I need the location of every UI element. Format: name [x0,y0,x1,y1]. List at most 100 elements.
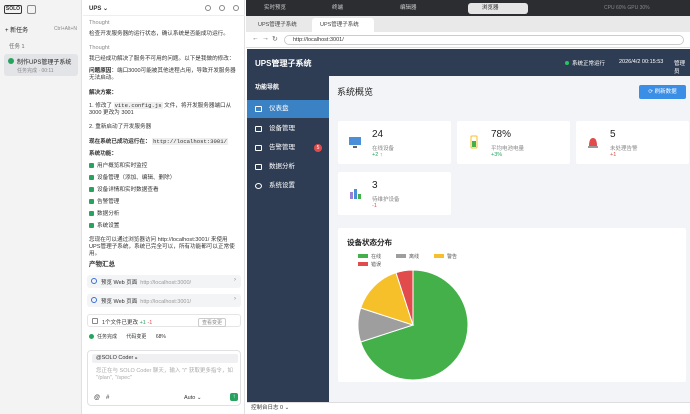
feature-label: 设备管理（添加、编辑、删除） [97,175,176,181]
feature-item: 设备管理（添加、编辑、删除） [89,175,239,182]
feature-label: 设备详情和实时数据查看 [97,187,159,193]
thought-label[interactable]: Thought [89,20,239,27]
feature-label: 用户概览和实时监控 [97,163,148,169]
code-changes-label: 代码变更 [126,334,147,340]
tasks-count-label: 任务 1 [9,44,25,50]
nav-item-settings[interactable]: 系统设置 [247,177,329,195]
bell-icon [255,145,262,151]
context-percent: 68% [155,334,166,340]
feature-item: 告警管理 [89,199,239,206]
files-changed-card[interactable]: 1个文件已更改 +1 -1 查看变更 [87,314,241,327]
chevron-right-icon: › [234,277,236,283]
back-icon[interactable]: ← [252,35,259,42]
stat-value: 5 [610,129,616,140]
chat-bold: 现在系统已成功运行在： [89,139,151,145]
check-icon [89,187,94,192]
reload-icon[interactable]: ↻ [272,35,278,43]
task-status-row: 任务完成 代码变更 68% [89,334,239,341]
legend-swatch[interactable] [434,254,444,258]
feature-item: 数据分析 [89,211,239,218]
solo-logo: SOLO [4,5,22,14]
settings-icon[interactable] [219,5,225,11]
legend-swatch[interactable] [358,262,368,266]
feature-label: 告警管理 [97,199,120,205]
monitor-icon [349,137,361,148]
url-input[interactable]: http://localhost:3001/ [284,35,684,45]
lines-added: +1 [139,320,146,326]
preview-card[interactable]: 预览 Web 页面 http://localhost:3001/ › [87,294,241,307]
localhost-link[interactable]: http://localhost:3001/ [152,138,228,145]
refresh-button[interactable]: ⟳ 刷新数据 [639,85,686,99]
tab-editor[interactable]: 编辑器 [386,3,446,14]
input-toolbar: @ # Auto ⌄ ↑ [88,393,242,403]
summary-heading: 产物汇总 [89,261,115,268]
stat-value: 24 [372,129,384,140]
add-icon[interactable] [233,5,239,11]
chat-bold: 问题原因 [89,68,112,74]
task-item[interactable]: 制作UPS管理子系统 任务完成 · 00:11 [4,54,78,76]
send-button[interactable]: ↑ [230,393,238,401]
stat-delta: +1 [610,152,617,158]
chat-input-box[interactable]: @SOLO Coder 𝄪 您正在与 SOLO Coder 聊天，输入 "/" … [87,350,241,406]
chat-step: 1. 修改了 vite.config.js 文件，将开发服务器端口从 3000 … [89,102,239,117]
chart-icon [255,164,262,170]
browser-tab[interactable]: UPS管理子系统 [250,18,310,32]
thought-label[interactable]: Thought [89,45,239,52]
address-bar-row: ← → ↻ http://localhost:3001/ [246,32,690,48]
preview-label: 预览 Web 页面 [101,299,138,305]
nav-item-analytics[interactable]: 数据分析 [247,158,329,176]
system-status: 系统正常运行 [565,59,605,67]
feature-item: 设备详情和实时数据查看 [89,187,239,194]
chat-input-placeholder[interactable]: 您正在与 SOLO Coder 聊天，输入 "/" 获取更多指令，如 "/pla… [96,368,236,382]
forward-icon[interactable]: → [262,35,269,42]
browser-tab-active[interactable]: UPS管理子系统 [312,18,374,32]
file-icon [92,318,98,324]
lines-removed: -1 [147,320,153,326]
stat-card-alarms: 5 未处理告警 +1 [576,121,689,164]
chat-step: 2. 重新启动了开发服务器 [89,124,152,130]
stat-delta: -1 [372,203,377,209]
task-title: 制作UPS管理子系统 [17,60,72,66]
legend-label[interactable]: 在线 [371,253,381,260]
ups-sidebar: 功能导航 仪表盘 设备管理 告警管理 5 数据分析 系统设置 [247,76,329,402]
nav-title: 功能导航 [255,85,280,91]
new-task-label: + 新任务 [5,28,29,34]
mode-select[interactable]: Auto ⌄ [184,395,201,401]
siren-icon [588,138,598,148]
nav-item-alarms[interactable]: 告警管理 5 [247,139,329,157]
at-icon[interactable]: @ [94,395,100,401]
sidebar-collapse-icon[interactable] [27,5,36,14]
new-task-button[interactable]: + 新任务 Ctrl+Alt+N [5,25,77,35]
nav-item-devices[interactable]: 设备管理 [247,120,329,138]
check-icon [89,211,94,216]
stat-delta: +2 ↑ [372,152,383,158]
chevron-right-icon: › [234,296,236,302]
legend-label[interactable]: 警告 [447,253,457,260]
view-changes-button[interactable]: 查看变更 [197,318,226,327]
legend-swatch[interactable] [396,254,406,258]
chat-title[interactable]: UPS ⌄ [89,5,108,12]
hash-icon[interactable]: # [106,395,109,401]
tab-live-preview[interactable]: 实时预览 [250,3,310,14]
legend-label[interactable]: 错误 [371,261,381,268]
nav-label: 数据分析 [269,163,295,170]
history-icon[interactable] [205,5,211,11]
chart-title: 设备状态分布 [347,238,392,247]
status-text: 系统正常运行 [572,61,606,67]
preview-card[interactable]: 预览 Web 页面 http://localhost:3000/ › [87,275,241,288]
legend-label[interactable]: 离线 [409,253,419,260]
dashboard-icon [255,106,262,112]
chat-panel: UPS ⌄ Thought 检查开发服务器的运行状态，确认系统是否能成功运行。 … [83,0,245,414]
user-menu[interactable]: 管理员 [674,59,690,75]
nav-label: 系统设置 [269,182,295,189]
console-log-bar[interactable]: 控制台日志 0 ⌄ [247,402,690,414]
tab-browser[interactable]: 浏览器 [468,3,528,14]
nav-item-dashboard[interactable]: 仪表盘 [247,100,329,118]
tab-terminal[interactable]: 终端 [318,3,378,14]
legend-swatch[interactable] [358,254,368,258]
stat-label: 平均电池电量 [491,146,525,152]
status-chart-card: 设备状态分布 在线 离线 警告错误 [338,228,686,382]
done-icon [89,334,94,339]
chat-text-inline: ：端口3000可能被其他进程占用，导致开发服务器无法启动。 [89,68,236,81]
agent-tag[interactable]: @SOLO Coder 𝄪 [92,354,238,363]
